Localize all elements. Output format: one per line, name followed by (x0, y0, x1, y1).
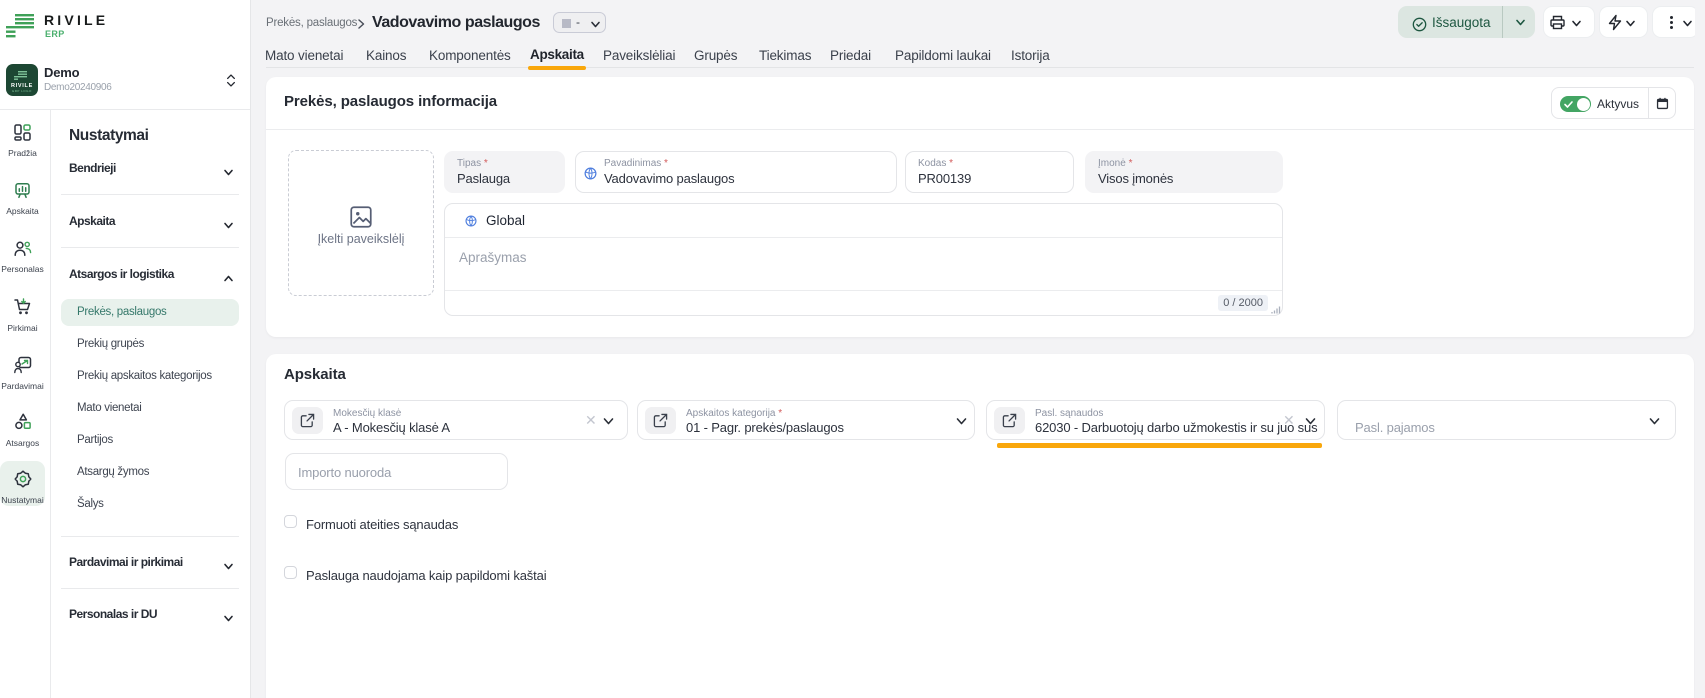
svg-text:ERP LOGO: ERP LOGO (12, 89, 32, 93)
